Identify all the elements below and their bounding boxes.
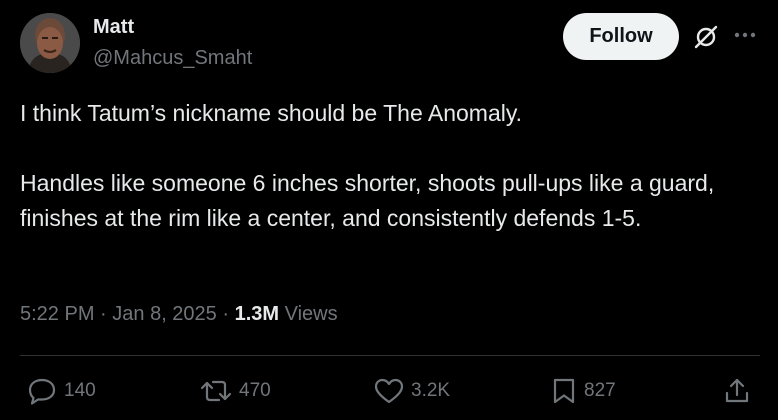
heart-icon [374, 378, 404, 404]
tweet-paragraph: Handles like someone 6 inches shorter, s… [20, 170, 715, 231]
like-button[interactable]: 3.2K [373, 377, 450, 405]
avatar[interactable] [20, 13, 80, 73]
tweet-time[interactable]: 5:22 PM [20, 303, 94, 325]
repost-count: 470 [239, 380, 271, 401]
tweet-date[interactable]: Jan 8, 2025 [112, 303, 217, 325]
meta-separator: · [94, 303, 113, 325]
share-button[interactable] [723, 377, 751, 405]
bookmark-icon [553, 378, 575, 404]
follow-button[interactable]: Follow [563, 13, 679, 60]
more-icon[interactable] [733, 27, 757, 43]
like-count: 3.2K [411, 380, 451, 401]
tweet-meta: 5:22 PM · Jan 8, 2025 · 1.3M Views [20, 301, 338, 327]
reply-count: 140 [64, 380, 96, 401]
repost-icon [200, 380, 232, 402]
avatar-image [20, 13, 80, 73]
grok-icon[interactable] [693, 24, 719, 50]
bookmark-button[interactable]: 827 [550, 377, 616, 405]
meta-separator: · [216, 303, 235, 325]
views-count: 1.3M [234, 303, 280, 325]
reply-icon [28, 378, 56, 405]
bookmark-count: 827 [584, 380, 616, 401]
tweet-text: I think Tatum’s nickname should be The A… [20, 96, 760, 236]
tweet-paragraph: I think Tatum’s nickname should be The A… [20, 100, 523, 126]
share-icon [725, 378, 749, 403]
divider [20, 355, 760, 356]
repost-button[interactable]: 470 [199, 377, 271, 405]
author-name[interactable]: Matt [93, 15, 134, 39]
views-label: Views [279, 303, 338, 325]
author-handle[interactable]: @Mahcus_Smaht [93, 46, 252, 70]
reply-button[interactable]: 140 [26, 377, 96, 405]
